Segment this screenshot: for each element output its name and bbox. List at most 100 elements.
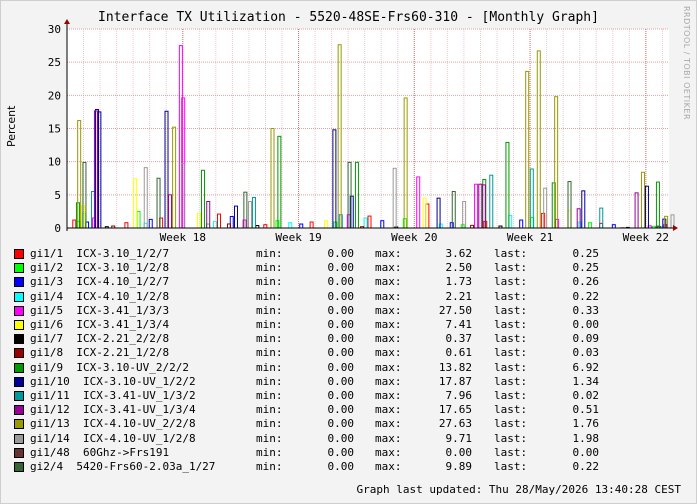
legend-max-value: 17.87 xyxy=(438,374,472,388)
x-tick-label: Week 22 xyxy=(623,231,669,244)
legend-last-label: last: xyxy=(494,346,528,360)
legend-min-label: min: xyxy=(256,318,283,331)
legend-min-value: 0.00 xyxy=(327,360,355,374)
legend-series-name: gi2/4 5420-Frs60-2.03a_1/27 xyxy=(30,460,216,473)
legend-swatch xyxy=(14,391,24,401)
legend-min-label: min: xyxy=(256,403,283,417)
legend-max-label: max: xyxy=(375,460,402,473)
legend-last-label: last: xyxy=(494,460,528,473)
legend-last-value: 6.92 xyxy=(572,360,600,374)
legend-min-label: min: xyxy=(256,460,283,473)
legend-max-label: max: xyxy=(375,431,402,445)
legend-swatch xyxy=(14,362,24,373)
legend-min-value: 0.00 xyxy=(327,318,355,331)
legend-series-name: gi1/7 ICX-2.21_2/2/8 xyxy=(30,332,170,346)
legend-swatch xyxy=(14,447,24,458)
legend-max-label: max: xyxy=(375,374,402,388)
legend-last-label: last: xyxy=(494,303,528,317)
legend-series-name: gi1/12 ICX-3.41-UV_1/3/4 xyxy=(30,403,196,417)
legend-min-label: min: xyxy=(256,289,283,303)
legend-last-value: 0.25 xyxy=(572,261,600,275)
legend-min-label: min: xyxy=(256,417,283,431)
legend-max-value: 0.61 xyxy=(445,346,473,360)
legend-max-label: max: xyxy=(375,303,402,317)
legend-last-label: last: xyxy=(494,332,528,346)
legend-last-label: last: xyxy=(494,275,528,289)
legend-last-value: 1.34 xyxy=(572,374,600,388)
legend-swatch xyxy=(14,305,24,316)
legend-max-value: 7.41 xyxy=(445,318,473,331)
legend-last-value: 0.09 xyxy=(572,332,600,346)
legend-max-label: max: xyxy=(375,417,402,431)
legend-last-value: 0.33 xyxy=(572,303,600,317)
legend-min-value: 0.00 xyxy=(327,247,355,260)
y-tick-label: 30 xyxy=(48,23,61,36)
legend-series-name: gi1/10 ICX-3.10-UV_1/2/2 xyxy=(30,374,196,388)
legend-min-value: 0.00 xyxy=(327,374,355,388)
legend-min-value: 0.00 xyxy=(327,460,355,473)
legend-swatch xyxy=(14,249,24,259)
legend-last-label: last: xyxy=(494,431,528,445)
legend-max-label: max: xyxy=(375,360,402,374)
legend-last-label: last: xyxy=(494,360,528,374)
legend-max-value: 13.82 xyxy=(438,360,472,374)
legend-min-value: 0.00 xyxy=(327,275,355,289)
legend-min-label: min: xyxy=(256,346,283,360)
legend-series-name: gi1/1 ICX-3.10_1/2/7 xyxy=(30,247,170,260)
legend-min-label: min: xyxy=(256,247,283,260)
legend-swatch xyxy=(14,334,24,345)
legend-last-label: last: xyxy=(494,374,528,388)
legend-max-value: 0.00 xyxy=(445,445,473,459)
legend-last-label: last: xyxy=(494,289,528,303)
legend-max-value: 3.62 xyxy=(445,247,473,260)
chart-canvas: 0 5 10 15 20 25 30 Week 18 Week 19 Week 20 Week 21… xyxy=(48,19,678,244)
legend-max-label: max: xyxy=(375,346,402,360)
y-tick-label: 0 xyxy=(54,222,61,235)
x-tick-label: Week 20 xyxy=(391,231,437,244)
legend-max-value: 27.63 xyxy=(438,417,472,431)
legend-last-label: last: xyxy=(494,445,528,459)
y-tick-label: 20 xyxy=(48,89,61,102)
legend-series-name: gi1/6 ICX-3.41_1/3/4 xyxy=(30,318,170,331)
legend-min-label: min: xyxy=(256,332,283,346)
legend-swatch xyxy=(14,263,24,274)
legend-max-label: max: xyxy=(375,445,402,459)
legend-series-name: gi1/5 ICX-3.41_1/3/3 xyxy=(30,303,170,317)
legend-min-value: 0.00 xyxy=(327,303,355,317)
legend-max-value: 17.65 xyxy=(438,403,472,417)
x-tick-label: Week 18 xyxy=(160,231,206,244)
legend-swatch xyxy=(14,291,24,302)
legend-min-label: min: xyxy=(256,431,283,445)
legend-max-label: max: xyxy=(375,403,402,417)
legend-last-value: 1.98 xyxy=(572,431,600,445)
legend-max-label: max: xyxy=(375,332,402,346)
legend-last-value: 0.25 xyxy=(572,247,600,260)
legend-swatch xyxy=(14,462,24,472)
legend-last-label: last: xyxy=(494,389,528,402)
legend-last-value: 0.00 xyxy=(572,445,600,459)
legend-series-name: gi1/14 ICX-4.10-UV_1/2/8 xyxy=(30,431,196,445)
legend-swatch xyxy=(14,376,24,387)
y-tick-label: 25 xyxy=(48,56,61,69)
y-tick-label: 10 xyxy=(48,156,61,169)
legend-min-label: min: xyxy=(256,374,283,388)
x-axis-arrow-icon xyxy=(673,225,678,231)
legend-swatch xyxy=(14,277,24,288)
legend-max-value: 2.50 xyxy=(445,261,473,275)
legend-min-value: 0.00 xyxy=(327,403,355,417)
legend-last-value: 0.26 xyxy=(572,275,600,289)
legend-min-value: 0.00 xyxy=(327,431,355,445)
x-tick-label: Week 19 xyxy=(275,231,321,244)
legend-last-value: 0.22 xyxy=(572,460,600,473)
legend-max-label: max: xyxy=(375,275,402,289)
legend-series-name: gi1/4 ICX-4.10_1/2/8 xyxy=(30,289,170,303)
legend-last-label: last: xyxy=(494,261,528,275)
legend-last-value: 1.76 xyxy=(572,417,600,431)
legend-min-label: min: xyxy=(256,445,283,459)
legend-series-name: gi1/9 ICX-3.10-UV_2/2/2 xyxy=(30,360,189,374)
legend-series-name: gi1/3 ICX-4.10_1/2/7 xyxy=(30,275,170,289)
legend-min-value: 0.00 xyxy=(327,346,355,360)
legend-swatch xyxy=(14,348,24,359)
legend-series-name: gi1/8 ICX-2.21_1/2/8 xyxy=(30,346,170,360)
legend-series-name: gi1/13 ICX-4.10-UV_2/2/8 xyxy=(30,417,196,431)
